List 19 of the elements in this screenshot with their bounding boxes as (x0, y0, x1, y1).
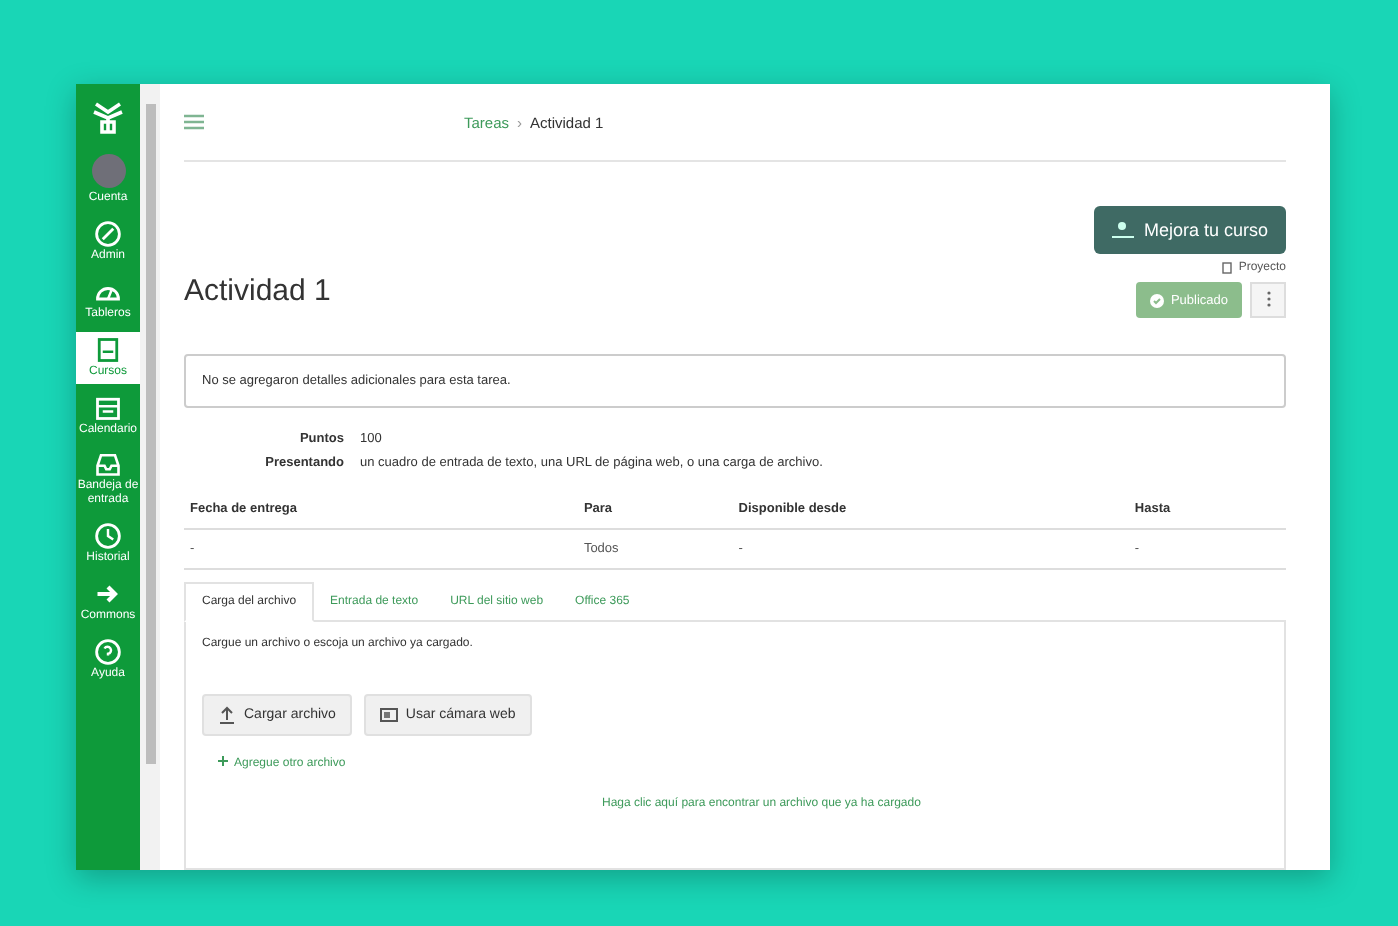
upload-icon (218, 706, 236, 724)
kebab-icon (1265, 289, 1271, 307)
check-icon (1150, 293, 1165, 307)
more-options-button[interactable] (1250, 282, 1286, 318)
page-title: Actividad 1 (184, 274, 331, 312)
avatar-icon (91, 154, 125, 188)
person-icon (1111, 220, 1134, 240)
history-icon (94, 522, 122, 551)
help-icon (94, 638, 122, 667)
inbox-icon (94, 450, 122, 479)
courses-icon (94, 335, 122, 364)
document-icon (1222, 262, 1235, 274)
calendar-icon (94, 393, 122, 422)
camera-icon (379, 706, 398, 724)
admin-icon (94, 219, 122, 248)
improve-course-button[interactable]: Mejora tu curso (1093, 206, 1286, 254)
scrollbar[interactable] (140, 84, 160, 870)
plus-icon (218, 756, 228, 766)
menu-icon[interactable] (184, 114, 204, 130)
